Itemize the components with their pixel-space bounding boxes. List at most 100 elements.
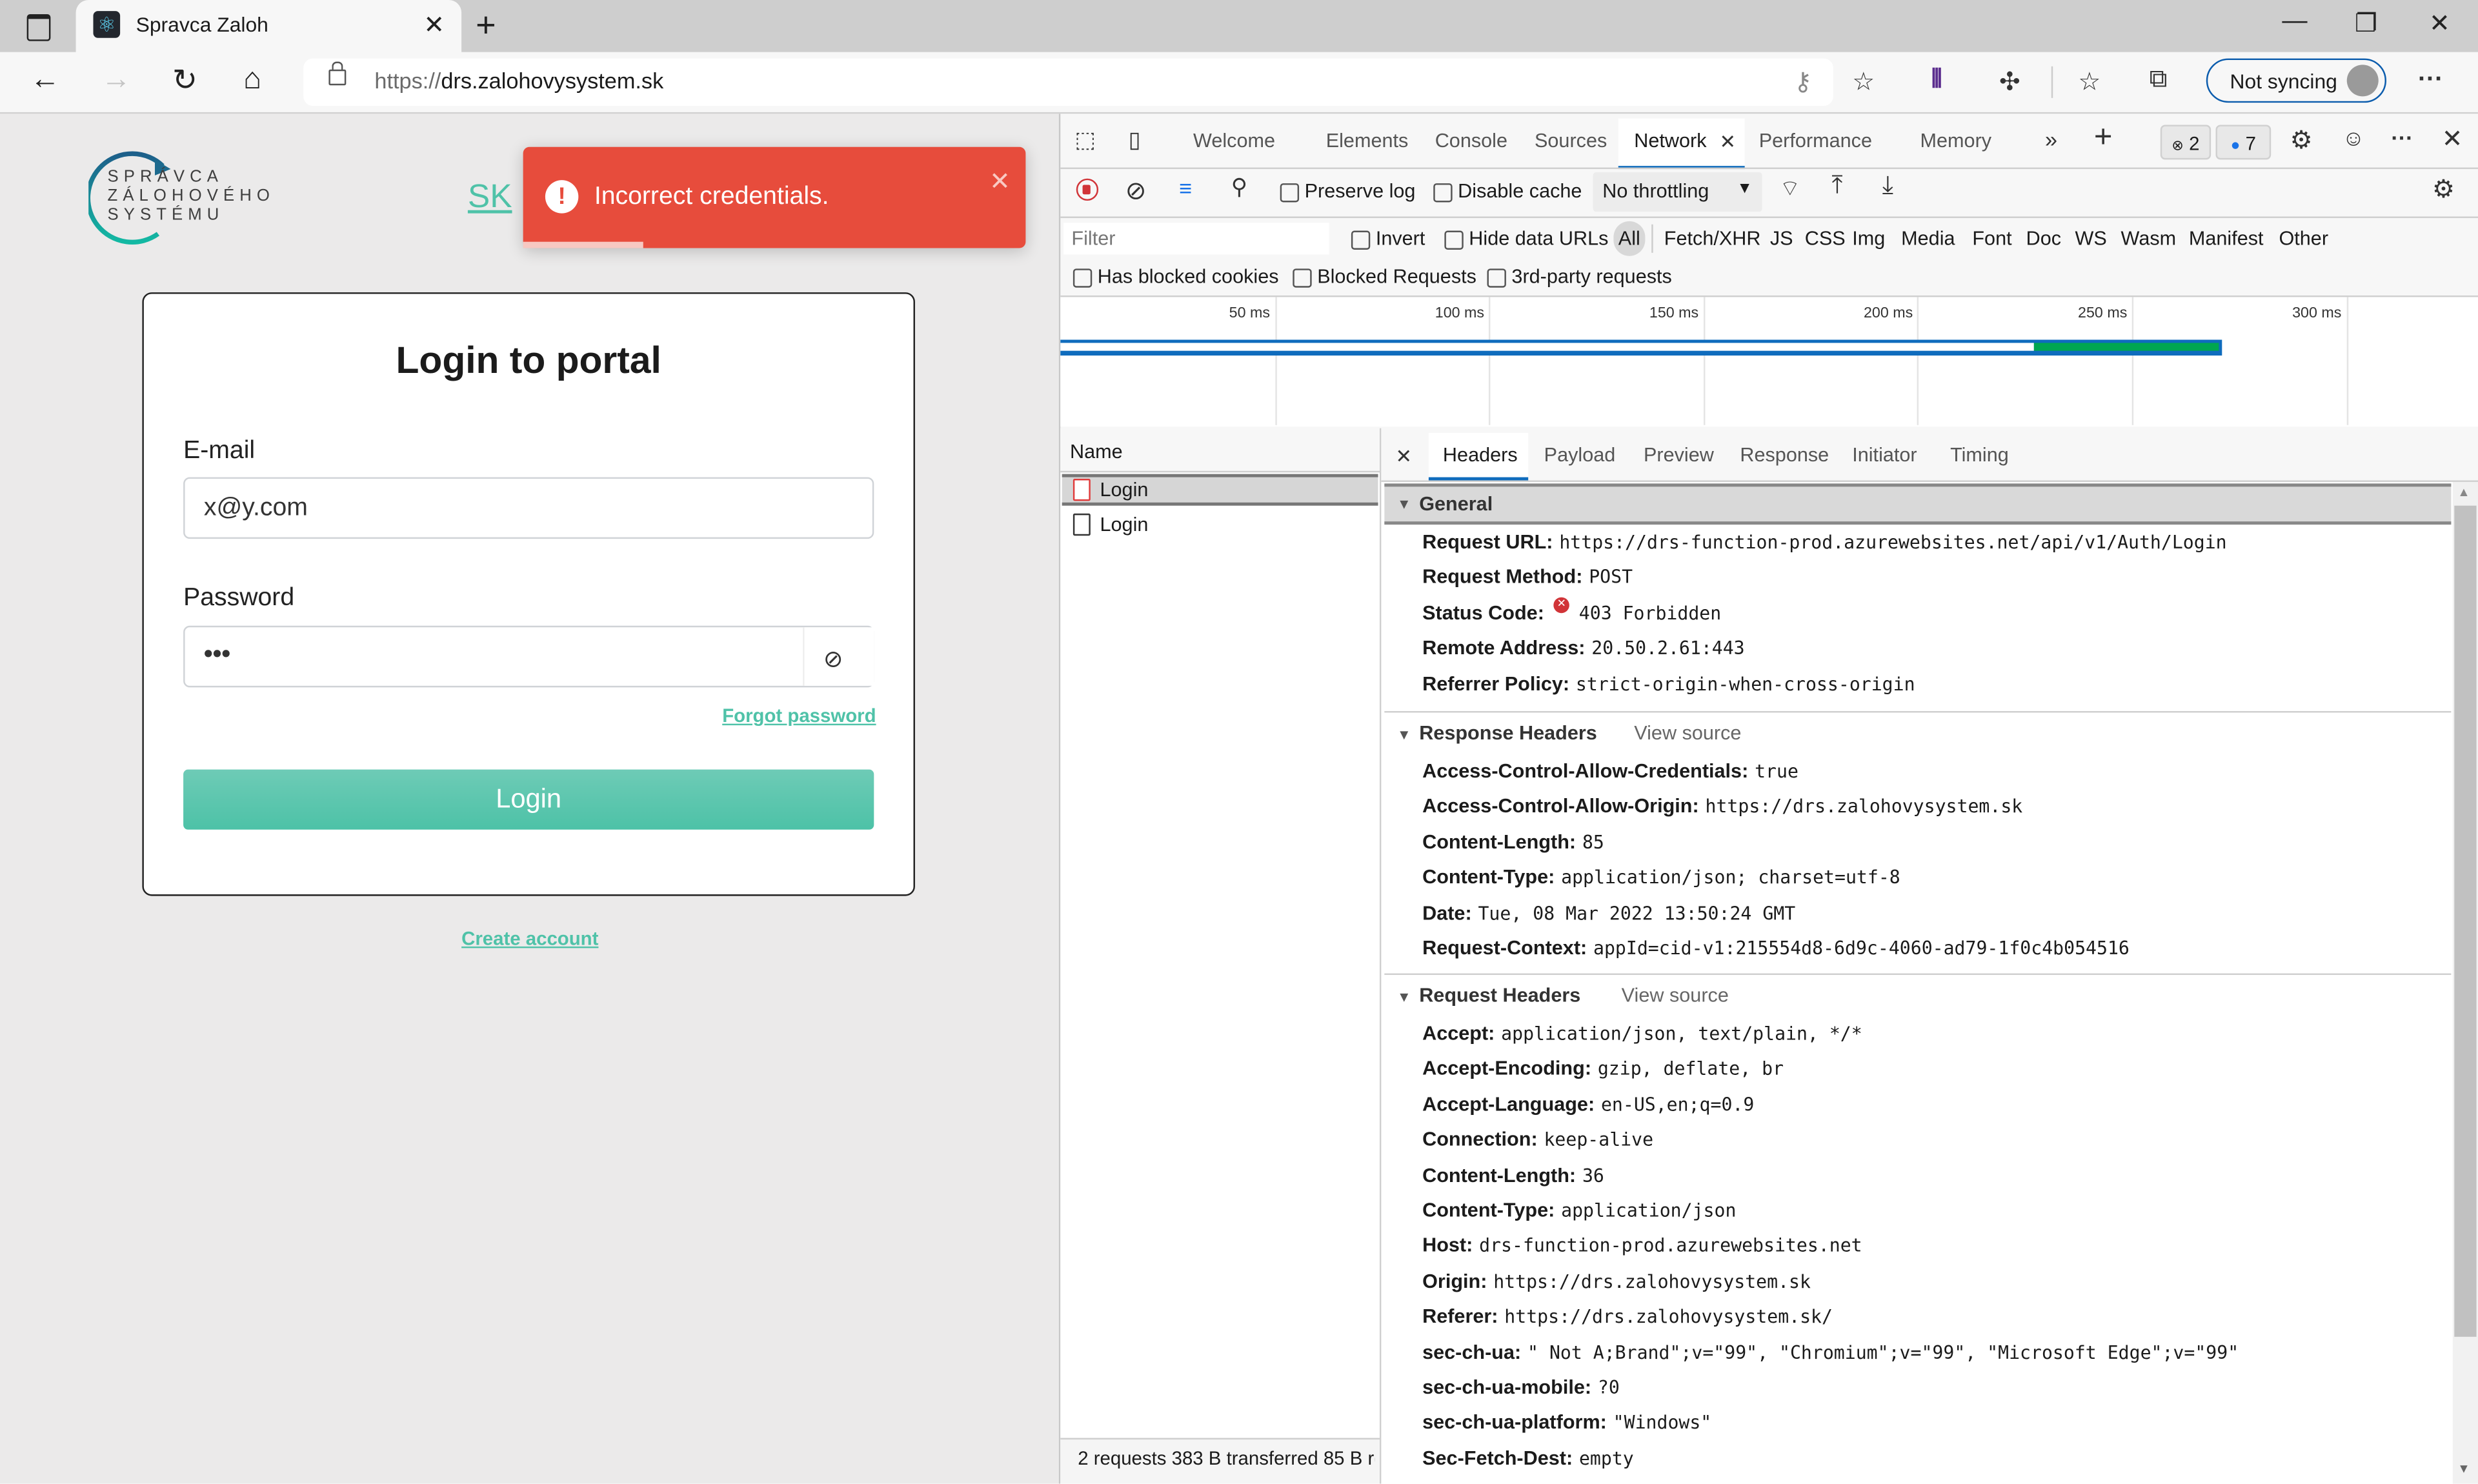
- feedback-icon[interactable]: ☺: [2342, 125, 2364, 150]
- tab-timing[interactable]: Timing: [1950, 444, 2009, 466]
- scroll-up-icon[interactable]: ▲: [2457, 485, 2470, 499]
- sidebar-toggle-icon[interactable]: [26, 14, 51, 41]
- disable-cache-checkbox[interactable]: Disable cache: [1433, 180, 1582, 202]
- network-settings-icon[interactable]: ⚙: [2432, 174, 2455, 205]
- key-icon[interactable]: ⚷: [1794, 66, 1813, 98]
- restore-button[interactable]: ❐: [2355, 8, 2377, 39]
- header-row[interactable]: Content-Length: 85: [1422, 831, 1604, 853]
- header-row[interactable]: Host: drs-function-prod.azurewebsites.net: [1422, 1235, 1862, 1257]
- has-blocked-cookies-checkbox[interactable]: Has blocked cookies: [1073, 265, 1279, 288]
- tab-response[interactable]: Response: [1740, 444, 1829, 466]
- collections-icon[interactable]: ⧉: [2150, 66, 2168, 95]
- checkbox[interactable]: [1073, 268, 1093, 287]
- devtools-more-icon[interactable]: ···: [2391, 125, 2413, 150]
- header-row[interactable]: Access-Control-Allow-Origin: https://drs.…: [1422, 796, 2022, 817]
- blocked-requests-checkbox[interactable]: Blocked Requests: [1293, 265, 1476, 288]
- request-headers-title[interactable]: Request Headers: [1419, 985, 1580, 1007]
- hide-data-urls-checkbox[interactable]: Hide data URLs: [1444, 228, 1608, 250]
- header-row[interactable]: Status Code: ✕ 403 Forbidden: [1422, 597, 1721, 624]
- header-row[interactable]: Origin: https://drs.zalohovysystem.sk: [1422, 1270, 1811, 1292]
- response-view-source-link[interactable]: View source: [1634, 722, 1741, 744]
- tab-performance[interactable]: Performance: [1759, 130, 1872, 152]
- filter-toggle-icon[interactable]: ≡: [1179, 175, 1192, 201]
- type-filter-other[interactable]: Other: [2279, 228, 2328, 250]
- invert-checkbox[interactable]: Invert: [1351, 228, 1425, 250]
- close-detail-icon[interactable]: ✕: [1395, 444, 1412, 468]
- back-button[interactable]: ←: [30, 63, 61, 98]
- settings-icon[interactable]: ⚙: [2290, 125, 2313, 156]
- type-filter-wasm[interactable]: Wasm: [2121, 228, 2177, 250]
- type-filter-js[interactable]: JS: [1770, 228, 1793, 250]
- header-row[interactable]: sec-ch-ua-platform: "Windows": [1422, 1412, 1711, 1434]
- message-count-badge[interactable]: ● 7: [2215, 125, 2272, 160]
- type-filter-doc[interactable]: Doc: [2026, 228, 2061, 250]
- puzzle-icon[interactable]: ✣: [1999, 66, 2020, 98]
- type-filter-img[interactable]: Img: [1852, 228, 1885, 250]
- header-row[interactable]: Accept-Encoding: gzip, deflate, br: [1422, 1058, 1784, 1079]
- tab-initiator[interactable]: Initiator: [1852, 444, 1917, 466]
- response-headers-title[interactable]: Response Headers: [1419, 722, 1597, 744]
- add-favorite-icon[interactable]: ☆: [1852, 66, 1875, 98]
- preserve-log-checkbox[interactable]: Preserve log: [1280, 180, 1416, 202]
- extension-icon[interactable]: ⦀: [1931, 66, 1942, 95]
- url-text[interactable]: https://drs.zalohovysystem.sk: [374, 68, 663, 93]
- header-row[interactable]: Content-Type: application/json: [1422, 1199, 1736, 1221]
- more-tabs-icon[interactable]: »: [2045, 126, 2057, 152]
- create-account-link[interactable]: Create account: [461, 928, 598, 950]
- header-row[interactable]: Remote Address: 20.50.2.61:443: [1422, 637, 1745, 659]
- search-icon[interactable]: ⚲: [1231, 174, 1247, 201]
- header-row[interactable]: sec-ch-ua-mobile: ?0: [1422, 1376, 1620, 1398]
- timeline-overview[interactable]: [1060, 295, 2478, 427]
- type-filter-media[interactable]: Media: [1901, 228, 1955, 250]
- favorites-icon[interactable]: ☆: [2078, 66, 2100, 98]
- checkbox[interactable]: [1280, 183, 1300, 202]
- header-row[interactable]: Connection: keep-alive: [1422, 1128, 1653, 1150]
- checkbox[interactable]: [1433, 183, 1453, 202]
- header-row[interactable]: Request-Context: appId=cid-v1:215554d8-6d…: [1422, 937, 2130, 959]
- more-icon[interactable]: ···: [2418, 66, 2443, 95]
- export-har-icon[interactable]: ⤓: [1882, 172, 1893, 201]
- tab-elements[interactable]: Elements: [1326, 130, 1409, 152]
- forward-button[interactable]: →: [101, 63, 132, 98]
- third-party-checkbox[interactable]: 3rd-party requests: [1487, 265, 1672, 288]
- header-row[interactable]: Sec-Fetch-Dest: empty: [1422, 1447, 1634, 1469]
- new-tab-button[interactable]: +: [476, 5, 496, 46]
- inspect-element-icon[interactable]: ⬚: [1074, 126, 1095, 154]
- clear-icon[interactable]: ⊘: [1125, 175, 1147, 207]
- close-window-button[interactable]: ✕: [2429, 8, 2450, 39]
- lock-icon[interactable]: [328, 61, 347, 86]
- home-button[interactable]: ⌂: [243, 63, 261, 98]
- browser-tab[interactable]: [76, 0, 462, 54]
- request-view-source-link[interactable]: View source: [1622, 985, 1729, 1007]
- header-row[interactable]: Accept-Language: en-US,en;q=0.9: [1422, 1093, 1754, 1115]
- tab-welcome[interactable]: Welcome: [1193, 130, 1275, 152]
- close-devtools-icon[interactable]: ✕: [2442, 123, 2463, 155]
- type-filter-manifest[interactable]: Manifest: [2189, 228, 2264, 250]
- forgot-password-link[interactable]: Forgot password: [722, 705, 876, 727]
- general-section-header[interactable]: [1384, 483, 2452, 525]
- header-row[interactable]: sec-ch-ua: " Not A;Brand";v="99", "Chromi…: [1422, 1341, 2239, 1363]
- header-row[interactable]: Referrer Policy: strict-origin-when-cross…: [1422, 672, 1915, 694]
- scroll-down-icon[interactable]: ▼: [2457, 1461, 2470, 1476]
- import-har-icon[interactable]: ⤒: [1831, 172, 1842, 201]
- error-count-badge[interactable]: ⊗ 2: [2160, 125, 2211, 160]
- tab-payload[interactable]: Payload: [1544, 444, 1616, 466]
- header-row[interactable]: Accept: application/json, text/plain, */*: [1422, 1023, 1862, 1045]
- record-button[interactable]: [1076, 178, 1099, 201]
- header-row[interactable]: Access-Control-Allow-Credentials: true: [1422, 760, 1798, 782]
- login-button[interactable]: Login: [183, 769, 874, 830]
- header-row[interactable]: Content-Length: 36: [1422, 1164, 1604, 1186]
- toast-close-icon[interactable]: ✕: [989, 166, 1011, 197]
- checkbox[interactable]: [1351, 230, 1371, 250]
- add-tab-icon[interactable]: +: [2094, 120, 2113, 156]
- header-row[interactable]: Request Method: POST: [1422, 567, 1633, 588]
- tab-console[interactable]: Console: [1435, 130, 1507, 152]
- close-network-tab-icon[interactable]: ✕: [1720, 130, 1737, 153]
- tab-preview[interactable]: Preview: [1644, 444, 1714, 466]
- tab-headers[interactable]: Headers: [1443, 444, 1518, 466]
- device-emulation-icon[interactable]: ▯: [1129, 126, 1141, 154]
- header-row[interactable]: Date: Tue, 08 Mar 2022 13:50:24 GMT: [1422, 901, 1795, 923]
- eye-slash-icon[interactable]: ⊘: [823, 645, 843, 674]
- type-filter-font[interactable]: Font: [1972, 228, 2011, 250]
- scrollbar-thumb[interactable]: [2454, 505, 2477, 1337]
